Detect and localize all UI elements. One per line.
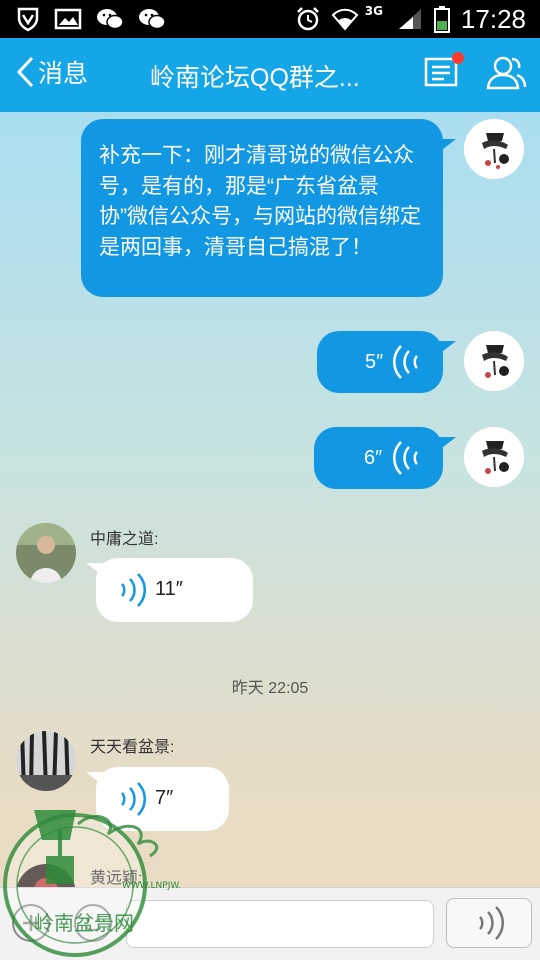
outgoing-voice-bubble[interactable]: 6″ bbox=[314, 427, 443, 489]
image-icon bbox=[54, 8, 82, 30]
message-text: 补充一下：刚才清哥说的微信公众号，是有的，那是“广东省盆景协”微信公众号，与网站… bbox=[99, 144, 421, 259]
my-avatar[interactable] bbox=[464, 331, 524, 391]
bonsai-avatar-image bbox=[464, 427, 524, 487]
voice-wave-icon bbox=[121, 782, 146, 816]
person-photo-avatar bbox=[16, 864, 76, 887]
battery-icon bbox=[433, 6, 450, 33]
emoji-face-icon bbox=[85, 918, 101, 931]
incoming-voice-bubble[interactable]: 11″ bbox=[96, 558, 253, 622]
bubble-tail bbox=[438, 139, 456, 153]
sender-name: 黄远颖: bbox=[90, 870, 143, 887]
sender-name: 中庸之道: bbox=[90, 531, 159, 548]
voice-duration: 6″ bbox=[364, 447, 383, 469]
system-icons: 3G 17:28 bbox=[295, 0, 526, 38]
outgoing-voice-bubble[interactable]: 5″ bbox=[317, 331, 443, 393]
bubble-tail bbox=[438, 437, 456, 451]
group-members-button[interactable] bbox=[484, 54, 528, 96]
more-options-button[interactable] bbox=[12, 904, 50, 942]
message-input[interactable] bbox=[126, 900, 434, 948]
wechat-icon bbox=[139, 9, 166, 30]
voice-wave-icon bbox=[479, 906, 504, 940]
voice-duration: 7″ bbox=[155, 787, 174, 809]
sender-avatar[interactable] bbox=[16, 864, 76, 887]
back-label: 消息 bbox=[38, 60, 89, 88]
signal-icon bbox=[398, 9, 421, 29]
clock: 17:28 bbox=[460, 3, 526, 34]
my-avatar[interactable] bbox=[464, 427, 524, 487]
chevron-left-icon bbox=[16, 56, 34, 88]
sender-avatar[interactable] bbox=[16, 523, 76, 583]
chat-title: 岭南论坛QQ群之... bbox=[150, 64, 360, 92]
bubble-tail bbox=[438, 341, 456, 355]
time-separator: 昨天 22:05 bbox=[231, 680, 309, 697]
wechat-icon bbox=[97, 9, 124, 30]
alarm-icon bbox=[296, 7, 319, 31]
wifi-icon bbox=[331, 8, 359, 31]
emoji-button[interactable] bbox=[74, 904, 112, 942]
voice-input-button[interactable] bbox=[446, 898, 532, 948]
sender-name: 天天看盆景: bbox=[90, 739, 175, 756]
notification-dot bbox=[452, 52, 464, 64]
bonsai-avatar-image bbox=[464, 331, 524, 391]
plus-icon bbox=[23, 915, 39, 931]
bonsai-avatar-image bbox=[464, 119, 524, 179]
voice-wave-icon bbox=[393, 345, 418, 379]
input-bar bbox=[0, 887, 540, 960]
outgoing-text-bubble[interactable]: 补充一下：刚才清哥说的微信公众号，是有的，那是“广东省盆景协”微信公众号，与网站… bbox=[81, 119, 443, 297]
shield-v-icon bbox=[17, 7, 39, 32]
voice-wave-icon bbox=[121, 573, 146, 607]
group-members-icon bbox=[486, 56, 527, 90]
notification-icons bbox=[16, 6, 166, 32]
incoming-voice-bubble[interactable]: 7″ bbox=[96, 767, 229, 831]
voice-wave-icon bbox=[393, 441, 418, 475]
status-bar: 3G 17:28 bbox=[0, 0, 540, 38]
chat-header: 消息 岭南论坛QQ群之... bbox=[0, 38, 540, 112]
person-photo-avatar bbox=[16, 523, 76, 583]
network-type-label: 3G bbox=[364, 4, 383, 18]
back-button[interactable]: 消息 bbox=[14, 54, 88, 90]
forest-photo-avatar bbox=[16, 731, 76, 791]
chat-area[interactable]: 补充一下：刚才清哥说的微信公众号，是有的，那是“广东省盆景协”微信公众号，与网站… bbox=[0, 112, 540, 887]
group-notice-button[interactable] bbox=[424, 52, 464, 92]
sender-avatar[interactable] bbox=[16, 731, 76, 791]
voice-duration: 5″ bbox=[365, 351, 384, 373]
voice-duration: 11″ bbox=[155, 578, 183, 600]
my-avatar[interactable] bbox=[464, 119, 524, 179]
